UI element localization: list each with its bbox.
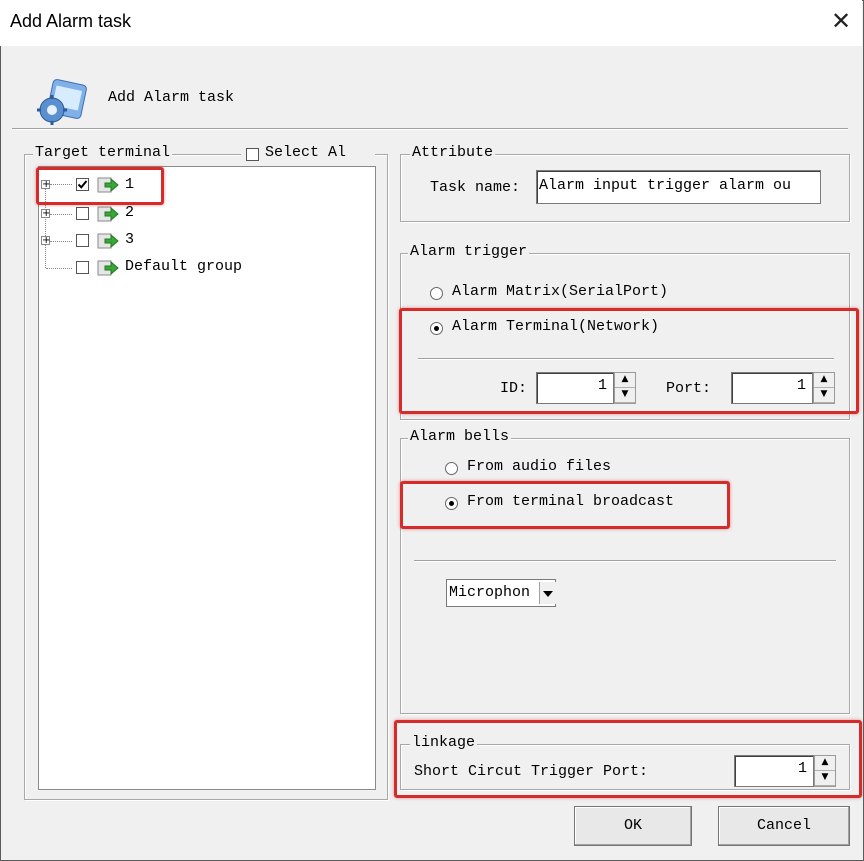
- close-icon[interactable]: ✕: [826, 6, 856, 36]
- alarm-bells-group: [400, 438, 850, 714]
- target-terminal-label: Target terminal: [33, 144, 173, 161]
- terminal-arrow-icon: [97, 233, 119, 249]
- terminal-arrow-icon: [97, 260, 119, 276]
- audio-files-label: From audio files: [467, 458, 612, 475]
- select-all-label: Select Al: [265, 144, 347, 161]
- cancel-button[interactable]: Cancel: [718, 806, 850, 846]
- title-bar[interactable]: Add Alarm task ✕: [0, 0, 862, 46]
- tree-item-3[interactable]: + 3: [40, 231, 340, 253]
- header-title: Add Alarm task: [108, 89, 235, 106]
- highlight-box-linkage: [394, 720, 862, 798]
- ok-button[interactable]: OK: [574, 806, 692, 846]
- task-name-label: Task name:: [430, 179, 521, 196]
- alarm-matrix-radio[interactable]: [430, 287, 443, 300]
- tree-item-checkbox[interactable]: [76, 261, 89, 274]
- window-title: Add Alarm task: [10, 11, 132, 31]
- alarm-trigger-label: Alarm trigger: [408, 243, 530, 260]
- audio-files-radio[interactable]: [445, 462, 458, 475]
- expand-plus-icon[interactable]: +: [41, 236, 50, 246]
- tree-item-2[interactable]: + 2: [40, 204, 340, 226]
- task-name-input[interactable]: Alarm input trigger alarm ou: [536, 170, 821, 204]
- settings-gear-icon: [37, 79, 87, 125]
- chevron-down-icon[interactable]: [539, 582, 556, 604]
- highlight-box-terminal-1: [36, 167, 164, 205]
- expand-plus-icon[interactable]: +: [41, 209, 50, 219]
- tree-item-checkbox[interactable]: [76, 207, 89, 220]
- terminal-arrow-icon: [97, 206, 119, 222]
- attribute-label: Attribute: [410, 144, 496, 161]
- tree-item-label: 3: [125, 231, 135, 248]
- select-all-checkbox[interactable]: [246, 148, 259, 161]
- broadcast-source-select[interactable]: Microphon: [446, 579, 556, 607]
- highlight-box-alarm-terminal: [399, 308, 859, 414]
- alarm-matrix-label: Alarm Matrix(SerialPort): [452, 283, 669, 300]
- tree-item-label: Default group: [125, 258, 243, 275]
- tree-item-label: 2: [125, 204, 135, 221]
- tree-item-checkbox[interactable]: [76, 234, 89, 247]
- tree-item-default-group[interactable]: Default group: [40, 258, 340, 280]
- broadcast-source-value: Microphon: [449, 584, 531, 601]
- highlight-box-broadcast: [400, 481, 730, 529]
- alarm-bells-label: Alarm bells: [408, 428, 512, 445]
